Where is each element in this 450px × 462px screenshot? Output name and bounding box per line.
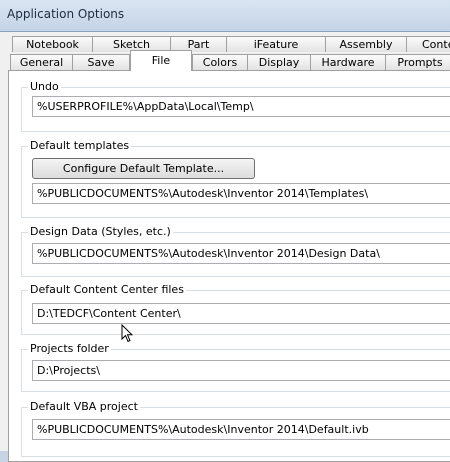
default-templates-group: Default templates Configure Default Temp… [21, 139, 450, 218]
vba-project-label: Default VBA project [28, 400, 140, 413]
tab-label: General [19, 56, 64, 69]
tab-label: Conte [422, 38, 450, 51]
tab-label: Prompts [397, 56, 443, 69]
tab-display[interactable]: Display [247, 54, 311, 70]
tab-label: Display [258, 56, 300, 69]
tab-label: Hardware [321, 56, 375, 69]
design-data-path-field[interactable]: %PUBLICDOCUMENTS%\Autodesk\Inventor 2014… [32, 243, 450, 264]
vba-path-field[interactable]: %PUBLICDOCUMENTS%\Autodesk\Inventor 2014… [32, 419, 450, 440]
tab-file[interactable]: File [130, 50, 192, 71]
tab-content-center[interactable]: Conte [406, 36, 450, 52]
tab-prompts[interactable]: Prompts [385, 54, 450, 70]
tab-label: iFeature [253, 38, 299, 51]
design-data-label: Design Data (Styles, etc.) [28, 225, 173, 238]
projects-path-field[interactable]: D:\Projects\ [32, 360, 450, 381]
tab-ifeature[interactable]: iFeature [226, 36, 326, 52]
projects-folder-label: Projects folder [28, 342, 111, 355]
content-center-label: Default Content Center files [28, 283, 186, 296]
tab-label: File [151, 54, 171, 67]
content-center-group: Default Content Center files D:\TEDCF\Co… [21, 283, 450, 335]
title-bar: Application Options [0, 0, 450, 32]
undo-path-field[interactable]: %USERPROFILE%\AppData\Local\Temp\ [32, 96, 450, 117]
undo-group: Undo %USERPROFILE%\AppData\Local\Temp\ [21, 80, 450, 132]
mouse-pointer-icon [121, 324, 133, 343]
tab-general[interactable]: General [10, 54, 73, 70]
templates-path-field[interactable]: %PUBLICDOCUMENTS%\Autodesk\Inventor 2014… [32, 183, 450, 204]
configure-default-template-button[interactable]: Configure Default Template... [32, 158, 255, 179]
tab-label: Notebook [26, 38, 79, 51]
tab-label: Assembly [339, 38, 393, 51]
tab-label: Colors [202, 56, 238, 69]
window-title: Application Options [7, 7, 125, 21]
design-data-group: Design Data (Styles, etc.) %PUBLICDOCUME… [21, 225, 450, 277]
undo-label: Undo [28, 80, 61, 93]
tab-hardware[interactable]: Hardware [310, 54, 386, 70]
tab-label: Save [87, 56, 115, 69]
tab-notebook[interactable]: Notebook [12, 36, 93, 52]
tab-colors[interactable]: Colors [192, 54, 248, 70]
tab-assembly[interactable]: Assembly [325, 36, 407, 52]
content-center-path-field[interactable]: D:\TEDCF\Content Center\ [32, 303, 450, 324]
tab-save[interactable]: Save [72, 54, 130, 70]
default-templates-label: Default templates [28, 139, 132, 152]
projects-folder-group: Projects folder D:\Projects\ [21, 342, 450, 392]
